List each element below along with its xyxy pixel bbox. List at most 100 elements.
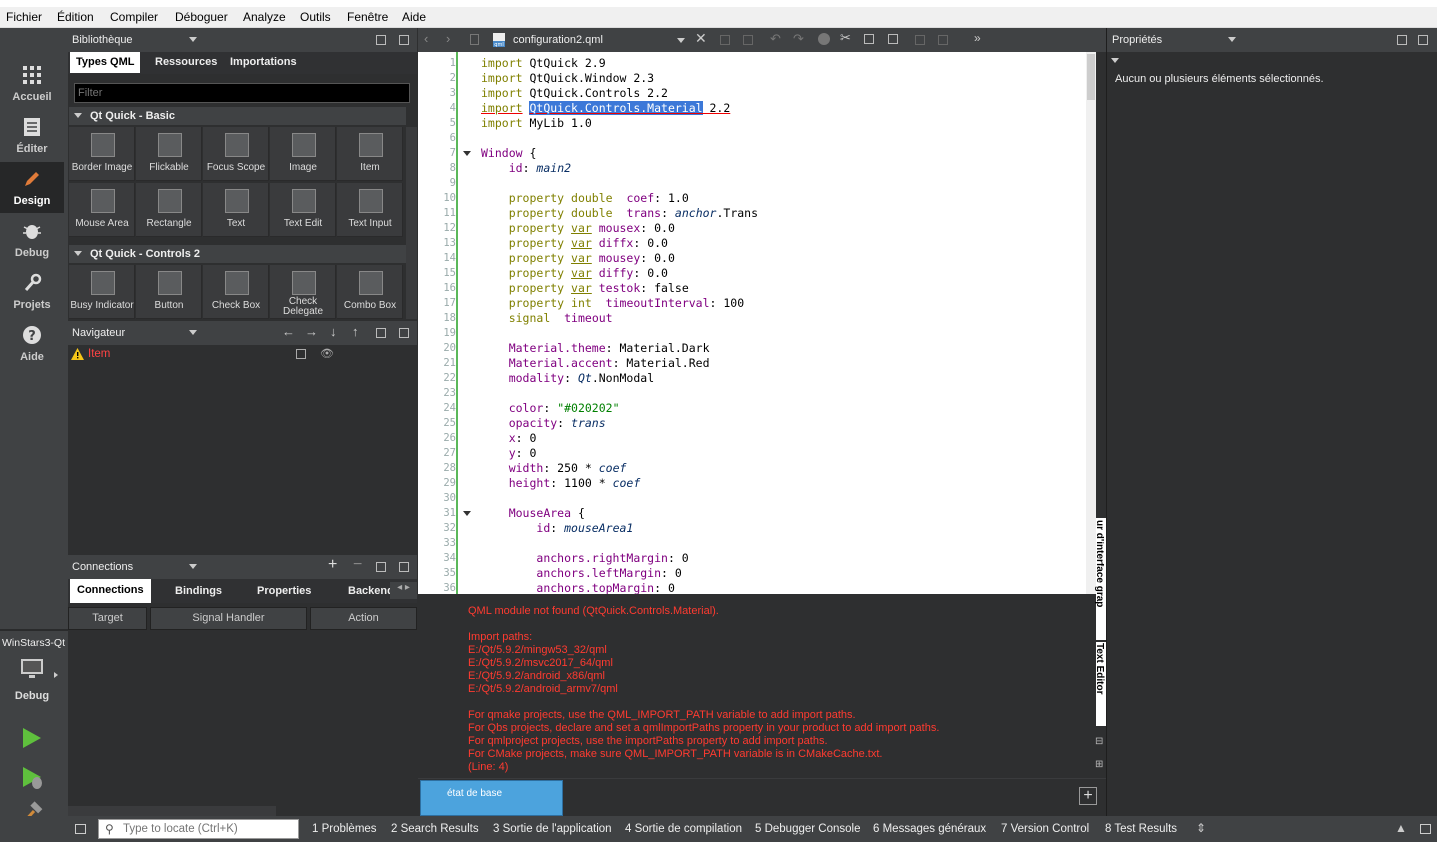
arrow-right-icon[interactable]: → <box>305 324 318 339</box>
code-line[interactable]: property var diffx: 0.0 <box>481 236 668 251</box>
maximize-output-icon[interactable]: ▲ <box>1395 821 1407 835</box>
tab-ressources[interactable]: Ressources <box>149 52 223 73</box>
code-line[interactable]: MouseArea { <box>481 506 585 521</box>
align-top-icon[interactable] <box>720 35 730 45</box>
menu-edition[interactable]: Édition <box>57 10 94 24</box>
close-panel-icon[interactable] <box>1418 35 1428 45</box>
code-line[interactable]: property double coef: 1.0 <box>481 191 689 206</box>
tab-connections[interactable]: Connections <box>70 579 151 603</box>
qml-item-text-edit[interactable]: Text Edit <box>270 183 336 237</box>
section-qt-quick-controls-2[interactable]: Qt Quick - Controls 2 <box>69 245 406 263</box>
chevron-down-icon[interactable] <box>1228 37 1236 42</box>
qml-item-button[interactable]: Button <box>136 265 202 319</box>
code-line[interactable]: signal timeout <box>481 311 613 326</box>
qml-item-border-image[interactable]: Border Image <box>69 127 135 181</box>
undo-icon[interactable]: ↶ <box>770 31 781 47</box>
output-tab-messages-generaux[interactable]: 6 Messages généraux <box>873 823 986 835</box>
chevron-down-icon[interactable] <box>1111 58 1119 63</box>
cancel-icon[interactable] <box>818 33 830 45</box>
export-icon[interactable] <box>296 349 306 359</box>
tab-properties[interactable]: Properties <box>251 579 317 600</box>
mode-design[interactable]: Design <box>0 162 64 213</box>
qml-item-busy-indicator[interactable]: Busy Indicator <box>69 265 135 319</box>
menu-deboguer[interactable]: Déboguer <box>175 10 228 24</box>
column-target[interactable]: Target <box>68 607 147 630</box>
updown-icon[interactable]: ⇕ <box>1196 821 1206 835</box>
locator-input[interactable] <box>123 821 295 837</box>
code-line[interactable]: Material.accent: Material.Red <box>481 356 710 371</box>
qml-item-rectangle[interactable]: Rectangle <box>136 183 202 237</box>
code-line[interactable]: modality: Qt.NonModal <box>481 371 654 386</box>
column-action[interactable]: Action <box>310 607 417 630</box>
code-line[interactable]: import MyLib 1.0 <box>481 116 592 131</box>
close-panel-icon[interactable] <box>399 35 409 45</box>
menu-compiler[interactable]: Compiler <box>110 10 158 24</box>
code-line[interactable]: import QtQuick 2.9 <box>481 56 606 71</box>
close-panel-icon[interactable] <box>399 562 409 572</box>
column-signal-handler[interactable]: Signal Handler <box>150 607 307 630</box>
toggle-sidebar-icon[interactable] <box>75 824 86 834</box>
code-line[interactable]: property int timeoutInterval: 100 <box>481 296 744 311</box>
chevron-down-icon[interactable] <box>189 330 197 335</box>
output-tab-sortie-compilation[interactable]: 4 Sortie de compilation <box>625 823 742 835</box>
arrow-left-icon[interactable]: ← <box>282 324 295 339</box>
filter-input[interactable] <box>74 83 410 103</box>
qml-item-mouse-area[interactable]: Mouse Area <box>69 183 135 237</box>
qml-item-image[interactable]: Image <box>270 127 336 181</box>
tab-scroll-arrows[interactable]: ◂ ▸ <box>390 582 417 599</box>
plus-icon[interactable]: + <box>328 556 337 574</box>
code-line[interactable]: y: 0 <box>481 446 537 461</box>
menu-aide[interactable]: Aide <box>402 10 426 24</box>
editor-vscrollbar[interactable] <box>1086 52 1096 594</box>
copy-icon[interactable] <box>864 34 874 44</box>
state-base[interactable]: état de base <box>420 780 563 816</box>
minus-icon[interactable]: − <box>353 556 362 574</box>
toggle-right-sidebar-icon[interactable] <box>1420 824 1431 834</box>
mode-aide[interactable]: ? Aide <box>0 318 64 369</box>
code-line[interactable]: property var testok: false <box>481 281 689 296</box>
code-line[interactable]: x: 0 <box>481 431 537 446</box>
cut-icon[interactable]: ✂ <box>840 30 851 46</box>
kit-selector[interactable]: Debug <box>0 652 64 706</box>
code-line[interactable]: width: 250 * coef <box>481 461 627 476</box>
menu-analyze[interactable]: Analyze <box>243 10 286 24</box>
menu-fichier[interactable]: Fichier <box>6 10 42 24</box>
expand-icon[interactable]: ⊞ <box>1095 759 1103 770</box>
tab-types-qml[interactable]: Types QML <box>70 52 141 73</box>
code-line[interactable]: property var mousey: 0.0 <box>481 251 675 266</box>
code-line[interactable]: color: "#020202" <box>481 401 620 416</box>
arrow-up-icon[interactable]: ↑ <box>352 324 359 339</box>
qml-item-focus-scope[interactable]: Focus Scope <box>203 127 269 181</box>
output-tab-version-control[interactable]: 7 Version Control <box>1001 823 1089 835</box>
code-line[interactable]: opacity: trans <box>481 416 606 431</box>
menu-outils[interactable]: Outils <box>300 10 331 24</box>
code-line[interactable]: anchors.leftMargin: 0 <box>481 566 681 581</box>
qml-item-item[interactable]: Item <box>337 127 403 181</box>
redo-icon[interactable]: ↷ <box>793 31 804 47</box>
add-state-button[interactable]: + <box>1079 787 1097 805</box>
fold-marker-icon[interactable] <box>463 151 471 156</box>
output-tab-debugger-console[interactable]: 5 Debugger Console <box>755 823 861 835</box>
qml-item-text[interactable]: Text <box>203 183 269 237</box>
eye-icon[interactable]: 👁 <box>320 347 334 360</box>
back-icon[interactable]: ‹ <box>424 31 428 46</box>
chevron-down-icon[interactable] <box>189 564 197 569</box>
menu-fenetre[interactable]: Fenêtre <box>347 10 388 24</box>
arrow-down-icon[interactable]: ↓ <box>330 324 337 339</box>
scroll-thumb[interactable] <box>1087 54 1095 100</box>
code-line[interactable]: Material.theme: Material.Dark <box>481 341 710 356</box>
qml-item-check-box[interactable]: Check Box <box>203 265 269 319</box>
code-line[interactable]: anchors.rightMargin: 0 <box>481 551 688 566</box>
library-scrollbar[interactable] <box>406 127 417 319</box>
collapse-icon[interactable]: ⊟ <box>1095 736 1103 747</box>
code-line[interactable]: height: 1100 * coef <box>481 476 641 491</box>
tab-backend[interactable]: Backend <box>342 579 390 600</box>
forward-icon[interactable]: › <box>446 31 450 46</box>
paste-icon[interactable] <box>888 34 898 44</box>
code-line[interactable]: property var mousex: 0.0 <box>481 221 675 236</box>
split-icon[interactable] <box>376 35 386 45</box>
code-line[interactable]: property double trans: anchor.Trans <box>481 206 758 221</box>
tab-bindings[interactable]: Bindings <box>169 579 228 600</box>
split-icon[interactable] <box>376 562 386 572</box>
move-icon[interactable] <box>915 35 925 45</box>
